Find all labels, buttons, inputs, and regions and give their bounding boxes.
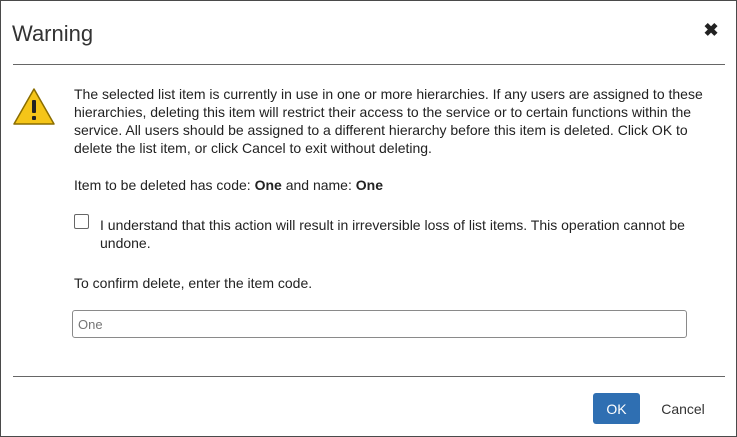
dialog-title: Warning — [12, 21, 94, 46]
item-info-prefix: Item to be deleted has code: — [74, 177, 255, 193]
acknowledge-label: I understand that this action will resul… — [100, 217, 685, 251]
item-name: One — [355, 177, 383, 193]
ok-button[interactable]: OK — [593, 393, 640, 424]
item-info-middle: and name: — [281, 177, 356, 193]
item-code-input[interactable] — [72, 310, 687, 338]
footer-divider — [13, 376, 725, 377]
cancel-button[interactable]: Cancel — [653, 393, 713, 424]
warning-message: The selected list item is currently in u… — [74, 86, 703, 156]
warning-dialog: Warning ✖ The selected list item is curr… — [0, 0, 737, 437]
item-code: One — [254, 177, 282, 193]
warning-triangle-icon — [13, 88, 55, 125]
confirm-label: To confirm delete, enter the item code. — [74, 275, 313, 291]
header-divider — [13, 64, 725, 65]
item-info: Item to be deleted has code: One and nam… — [74, 176, 383, 194]
close-icon[interactable]: ✖ — [700, 19, 722, 41]
acknowledge-checkbox[interactable] — [74, 214, 89, 229]
